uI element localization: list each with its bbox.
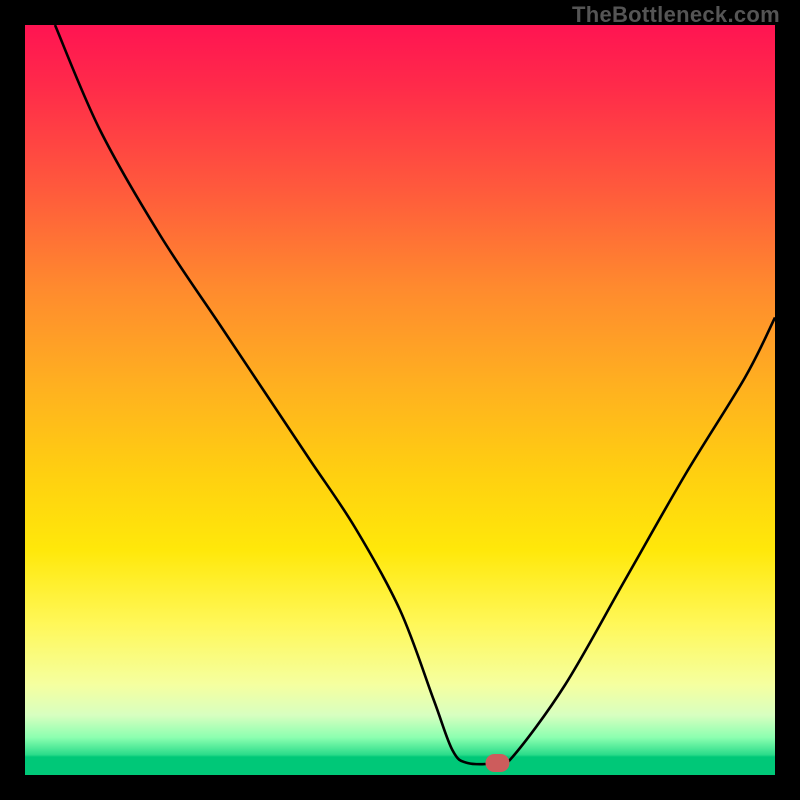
plot-area bbox=[25, 25, 775, 775]
bottleneck-curve bbox=[55, 25, 775, 765]
watermark-text: TheBottleneck.com bbox=[572, 2, 780, 28]
minimum-marker bbox=[486, 754, 510, 772]
chart-frame: TheBottleneck.com bbox=[0, 0, 800, 800]
curve-layer bbox=[25, 25, 775, 775]
